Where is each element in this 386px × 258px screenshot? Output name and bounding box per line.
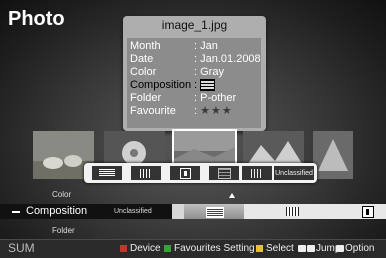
favourite-stars-icon: ★★★	[200, 105, 233, 117]
info-card: image_1.jpg Month : Jan Date : Jan.01.2008…	[123, 16, 266, 131]
row-unclassified[interactable]: Unclassified	[114, 208, 152, 215]
sort-option-composition[interactable]: Composition	[12, 204, 87, 219]
composition-filter-bar: Unclassified	[84, 163, 317, 183]
info-row-composition: Composition:	[130, 79, 216, 92]
info-key: Month	[130, 40, 161, 52]
info-value: : Jan	[194, 40, 218, 52]
info-card-body: Month : Jan Date : Jan.01.2008 Color : Gray…	[127, 38, 261, 128]
composition-slider[interactable]	[172, 204, 386, 219]
sort-option-color[interactable]: Color	[52, 190, 71, 199]
screen: Photo image_1.jpg Month : Jan Date : Jan.0…	[0, 0, 386, 258]
info-row-color: Color : Gray	[130, 66, 224, 79]
filter-vertical[interactable]	[131, 166, 161, 180]
filter-frame[interactable]	[209, 166, 239, 180]
thumbnail[interactable]	[313, 131, 374, 179]
info-key: Composition	[130, 79, 192, 91]
option-button[interactable]: Option	[336, 243, 374, 254]
grid-icon	[251, 168, 263, 178]
info-value: :	[194, 105, 198, 117]
info-row-folder: Folder : P-other	[130, 92, 236, 105]
filter-horizontal[interactable]	[92, 166, 122, 180]
object-icon	[362, 206, 374, 218]
info-value: : Jan.01.2008	[194, 53, 261, 65]
option-label: Option	[345, 243, 375, 254]
info-key: Folder	[130, 92, 162, 104]
device-label: Device	[130, 243, 161, 254]
horizontal-lines-icon	[99, 169, 115, 177]
sort-option-folder[interactable]: Folder	[52, 226, 75, 235]
device-button[interactable]: Device	[120, 243, 161, 254]
select-button[interactable]: Select	[256, 243, 294, 254]
up-arrow-icon	[229, 193, 235, 198]
page-title: Photo	[8, 8, 65, 30]
filter-object[interactable]	[170, 166, 200, 180]
info-value: : P-other	[194, 92, 237, 104]
filename: image_1.jpg	[161, 18, 228, 32]
vertical-lines-icon	[286, 207, 299, 216]
info-row-month: Month : Jan	[130, 40, 218, 53]
favourites-setting-button[interactable]: Favourites Setting	[164, 243, 255, 254]
horizontal-lines-icon	[206, 207, 224, 218]
vertical-lines-icon	[140, 168, 152, 178]
sum-label: SUM	[8, 241, 35, 255]
frame-icon	[217, 167, 231, 179]
filter-unclassified[interactable]: Unclassified	[274, 166, 314, 180]
info-value: : Gray	[194, 66, 224, 78]
select-label: Select	[266, 243, 294, 254]
info-key: Color	[130, 66, 157, 78]
info-row-date: Date : Jan.01.2008	[130, 53, 261, 66]
tools-icon	[336, 245, 344, 252]
favourites-label: Favourites Setting	[174, 243, 255, 254]
green-key-icon	[164, 245, 171, 252]
yellow-key-icon	[256, 245, 263, 252]
object-icon	[179, 167, 191, 179]
info-key: Date	[130, 53, 154, 65]
composition-icon	[200, 79, 216, 92]
plant-photo-icon	[313, 131, 353, 179]
jump-button[interactable]: Jump	[298, 243, 340, 254]
filter-grid[interactable]	[242, 166, 272, 180]
forward-icon	[307, 245, 315, 252]
sort-current-label: Composition	[26, 205, 88, 217]
info-value: :	[194, 79, 198, 91]
info-row-favourite: Favourite: ★★★	[130, 105, 233, 118]
rewind-icon	[298, 245, 306, 252]
selection-marker-icon	[12, 210, 20, 213]
info-key: Favourite	[130, 105, 176, 117]
slider-segment	[172, 204, 184, 219]
red-key-icon	[120, 245, 127, 252]
